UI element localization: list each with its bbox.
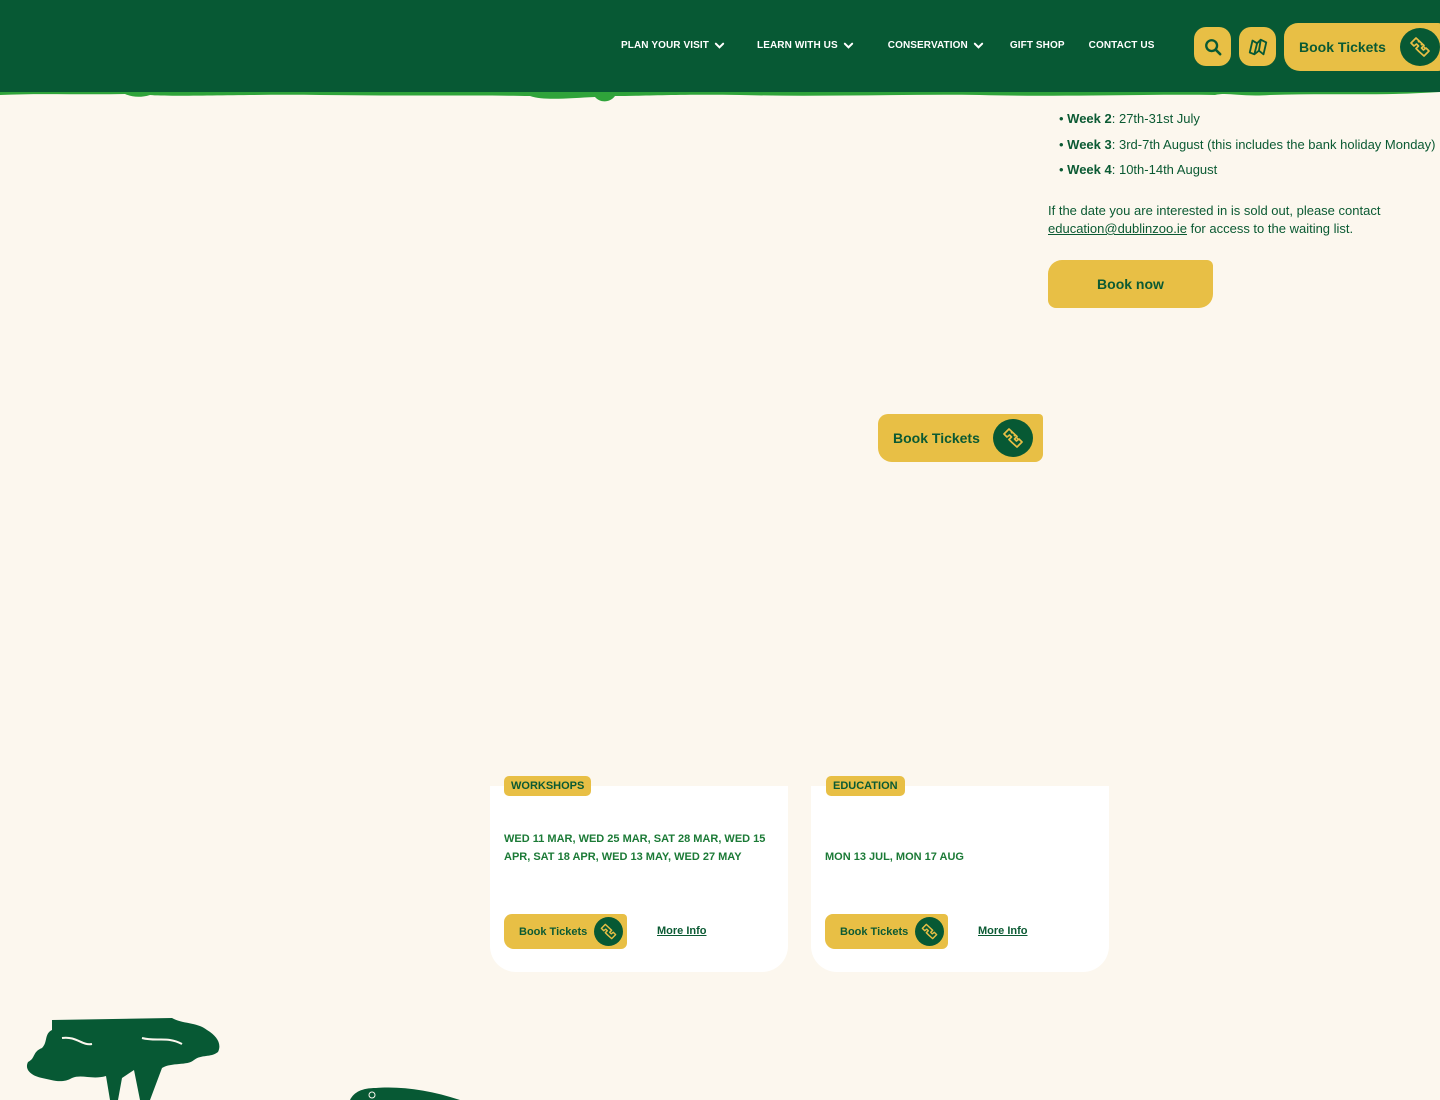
more-info-link[interactable]: More Info	[978, 925, 1028, 937]
soldout-text-after: for access to the waiting list.	[1186, 221, 1354, 236]
week-dates: : 10th-14th August	[1111, 162, 1218, 177]
category-tag: WORKSHOPS	[504, 776, 592, 796]
event-dates: MON 13 JUL, MON 17 AUG	[825, 851, 964, 863]
card-book-tickets-button[interactable]: Book Tickets	[825, 914, 948, 949]
week-name: Week 4	[1067, 162, 1112, 177]
list-item: • Week 2: 27th-31st July	[1059, 111, 1200, 126]
chevron-down-icon	[843, 42, 853, 49]
nav-contact-us[interactable]: CONTACT US	[1089, 40, 1155, 51]
search-button[interactable]	[1194, 27, 1231, 66]
book-tickets-label: Book Tickets	[519, 925, 588, 938]
map-icon	[1248, 38, 1267, 55]
category-tag: EDUCATION	[826, 776, 905, 796]
soldout-text: If the date you are interested in is sol…	[1048, 203, 1381, 218]
week-name: Week 3	[1067, 136, 1112, 152]
nav-label: GIFT SHOP	[1009, 40, 1065, 51]
book-tickets-label: Book Tickets	[893, 430, 980, 446]
chevron-down-icon	[973, 42, 984, 49]
soldout-note: If the date you are interested in is sol…	[1048, 202, 1428, 238]
week-dates: : 3rd-7th August (this includes the bank…	[1111, 136, 1436, 152]
ticket-icon	[594, 917, 623, 946]
week-dates: : 27th-31st July	[1111, 111, 1200, 126]
nav-label: CONSERVATION	[887, 40, 968, 51]
site-header: PLAN YOUR VISIT LEARN WITH US CONSERVATI…	[0, 0, 1440, 92]
list-item: • Week 4: 10th-14th August	[1059, 162, 1218, 177]
event-dates: WED 11 MAR, WED 25 MAR, SAT 28 MAR, WED …	[504, 833, 766, 863]
book-tickets-label: Book Tickets	[1299, 39, 1386, 55]
email-link[interactable]: education@dublinzoo.ie	[1048, 221, 1187, 236]
ticket-icon	[915, 917, 944, 946]
weeks-list: • Week 2: 27th-31st July • Week 3: 3rd-7…	[1059, 110, 1436, 187]
tree-silhouette-icon	[26, 1018, 220, 1100]
header-book-tickets-button[interactable]: Book Tickets	[1284, 23, 1440, 71]
nav-learn-with-us[interactable]: LEARN WITH US	[757, 40, 854, 51]
chevron-down-icon	[714, 42, 725, 49]
week-name: Week 2	[1067, 111, 1112, 126]
nav-plan-your-visit[interactable]: PLAN YOUR VISIT	[621, 40, 725, 51]
nav-label: CONTACT US	[1088, 40, 1155, 51]
list-item: • Week 3: 3rd-7th August (this includes …	[1059, 136, 1436, 152]
book-tickets-label: Book Tickets	[840, 925, 909, 938]
card-book-tickets-button[interactable]: Book Tickets	[504, 914, 627, 949]
nav-label: LEARN WITH US	[757, 40, 838, 51]
nav-conservation[interactable]: CONSERVATION	[888, 40, 984, 51]
ticket-icon	[1400, 28, 1440, 66]
animal-silhouette-icon	[350, 1087, 460, 1100]
search-icon	[1204, 38, 1221, 55]
nav-gift-shop[interactable]: GIFT SHOP	[1010, 40, 1065, 51]
book-now-button[interactable]: Book now	[1048, 260, 1213, 308]
main-nav: PLAN YOUR VISIT LEARN WITH US CONSERVATI…	[621, 40, 1178, 51]
book-tickets-button[interactable]: Book Tickets	[878, 414, 1043, 462]
ticket-icon	[993, 419, 1033, 457]
nav-label: PLAN YOUR VISIT	[621, 40, 709, 51]
more-info-link[interactable]: More Info	[657, 925, 707, 937]
map-button[interactable]	[1239, 27, 1276, 66]
